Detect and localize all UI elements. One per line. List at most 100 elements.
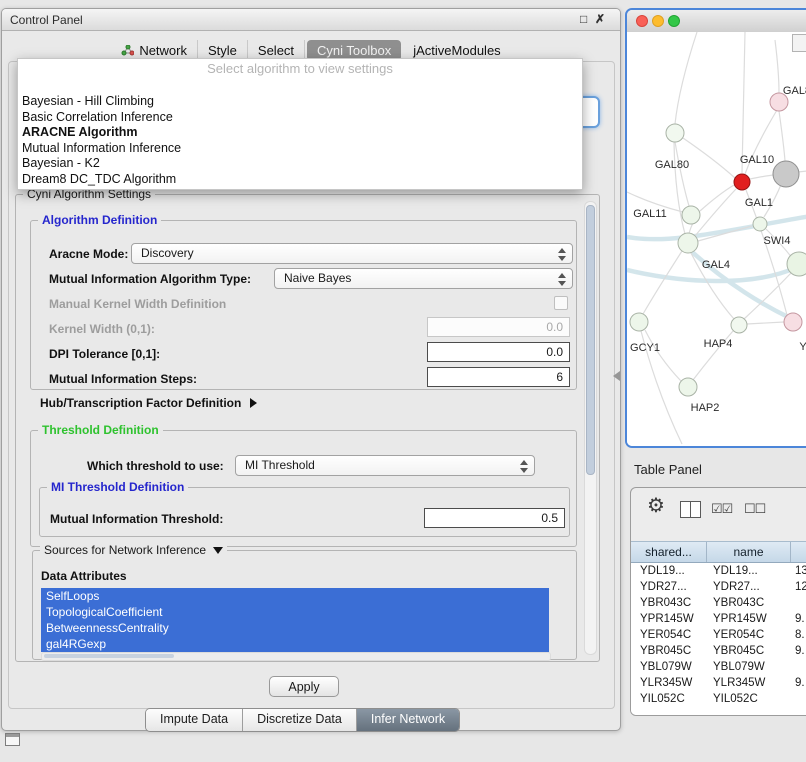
close-button[interactable] [636,15,648,27]
table-row[interactable]: YLR345W YLR345W 9. [631,675,806,691]
cell[interactable] [791,659,806,675]
aracne-mode-label: Aracne Mode: [49,247,128,261]
cell[interactable]: YER054C [631,627,707,643]
algorithm-option-selected[interactable]: ARACNE Algorithm [18,125,582,141]
table-row[interactable]: YER054C YER054C 8. [631,627,806,643]
cell[interactable]: YDL19... [707,563,791,579]
cell[interactable]: YPR145W [631,611,707,627]
cell[interactable]: YBR045C [707,643,791,659]
gear-icon[interactable]: ⚙ [647,496,665,516]
minimize-button[interactable] [652,15,664,27]
table-row[interactable]: YBR045C YBR045C 9. [631,643,806,659]
attribute-item-selected[interactable]: SelfLoops [41,588,549,604]
scrollbar-thumb[interactable] [44,654,174,658]
node-hap2[interactable] [679,378,697,396]
table-row[interactable]: YIL052C YIL052C [631,691,806,707]
network-tab-icon [121,45,134,56]
attribute-item-selected[interactable]: BetweennessCentrality [41,620,549,636]
cell[interactable]: YBR045C [631,643,707,659]
data-attributes-label: Data Attributes [41,569,127,583]
cell[interactable]: YLR345W [707,675,791,691]
control-panel-titlebar[interactable]: Control Panel □ ✗ [2,9,620,31]
tab-impute-data[interactable]: Impute Data [146,709,243,731]
table-row[interactable]: YBR043C YBR043C [631,595,806,611]
cell[interactable]: YBR043C [631,595,707,611]
node-label: Y [799,341,806,353]
vertical-scrollbar[interactable] [584,201,597,655]
node-label: GAL4 [702,259,730,271]
manual-kernel-checkbox[interactable] [554,296,568,310]
cell[interactable]: 13 [791,563,806,579]
cell[interactable]: 12 [791,579,806,595]
horizontal-scrollbar[interactable] [41,652,551,661]
attribute-item-selected[interactable]: TopologicalCoefficient [41,604,549,620]
algorithm-option[interactable]: Bayesian - Hill Climbing [18,94,582,110]
select-none-icon[interactable]: ☐☐ [744,501,765,517]
network-window-titlebar[interactable] [627,10,806,33]
control-panel-window: Control Panel □ ✗ Network Style Select C… [1,8,621,731]
sources-toggle[interactable]: Sources for Network Inference [40,543,227,557]
tab-discretize-data[interactable]: Discretize Data [243,709,357,731]
cell[interactable]: YDL19... [631,563,707,579]
attribute-item-selected[interactable]: gal4RGexp [41,636,549,652]
cell[interactable]: 8. [791,627,806,643]
node-pink[interactable] [784,313,802,331]
cell[interactable]: YIL052C [631,691,707,707]
node-gal4[interactable] [678,233,698,253]
expanded-arrow-icon [213,547,223,554]
algorithm-option[interactable]: Basic Correlation Inference [18,110,582,126]
column-header-name[interactable]: name [707,542,791,562]
algorithm-option[interactable]: Dream8 DC_TDC Algorithm [18,172,582,188]
which-threshold-select[interactable]: MI Threshold [235,455,535,476]
column-header-cut[interactable] [791,542,806,562]
cell[interactable]: YBR043C [707,595,791,611]
float-window-icon[interactable]: □ [580,12,587,26]
zoom-button[interactable] [668,15,680,27]
mi-steps-field[interactable]: 6 [427,367,570,387]
node-gal1[interactable] [753,217,767,231]
cell[interactable]: YIL052C [707,691,791,707]
node-hap4[interactable] [731,317,747,333]
algorithm-option[interactable]: Bayesian - K2 [18,156,582,172]
close-icon[interactable]: ✗ [595,12,605,26]
cell[interactable]: YDR27... [707,579,791,595]
node-gal80[interactable] [666,124,684,142]
cell[interactable]: YPR145W [707,611,791,627]
docked-panel-icon[interactable] [5,733,20,746]
cell[interactable]: 9. [791,643,806,659]
node-gray[interactable] [773,161,799,187]
mi-type-select[interactable]: Naive Bayes [274,268,573,289]
cell[interactable]: YBL079W [707,659,791,675]
node-gcy1[interactable] [630,313,648,331]
tab-infer-network[interactable]: Infer Network [357,709,459,731]
select-all-icon[interactable]: ☑☑ [711,501,732,517]
scrollbar-thumb[interactable] [586,205,595,475]
table-row[interactable]: YDR27... YDR27... 12 [631,579,806,595]
cell[interactable]: YLR345W [631,675,707,691]
cell[interactable]: 9. [791,611,806,627]
hub-definition-toggle[interactable]: Hub/Transcription Factor Definition [40,396,257,410]
network-canvas[interactable]: GAL8 GAL80 GAL10 GAL11 GAL1 SWI4 GAL4 GC… [627,32,806,446]
algorithm-option[interactable]: Mutual Information Inference [18,141,582,157]
table-row[interactable]: YBL079W YBL079W [631,659,806,675]
cell[interactable]: YBL079W [631,659,707,675]
cell[interactable]: YDR27... [631,579,707,595]
columns-icon[interactable] [680,501,701,518]
cell[interactable]: YER054C [707,627,791,643]
node-label: GCY1 [630,342,660,354]
node-gal10-selected[interactable] [734,174,750,190]
node-swi4[interactable] [787,252,806,276]
kernel-width-field[interactable]: 0.0 [427,317,570,337]
splitter-collapse-icon[interactable] [613,371,620,381]
table-row[interactable]: YDL19... YDL19... 13 [631,563,806,579]
cell[interactable] [791,691,806,707]
column-header-shared-name[interactable]: shared... [631,542,707,562]
dpi-tolerance-field[interactable]: 0.0 [427,342,570,362]
mi-threshold-field[interactable]: 0.5 [424,508,565,528]
node-gal11[interactable] [682,206,700,224]
table-row[interactable]: YPR145W YPR145W 9. [631,611,806,627]
aracne-mode-select[interactable]: Discovery [131,243,573,264]
apply-button[interactable]: Apply [269,676,339,697]
cell[interactable]: 9. [791,675,806,691]
cell[interactable] [791,595,806,611]
